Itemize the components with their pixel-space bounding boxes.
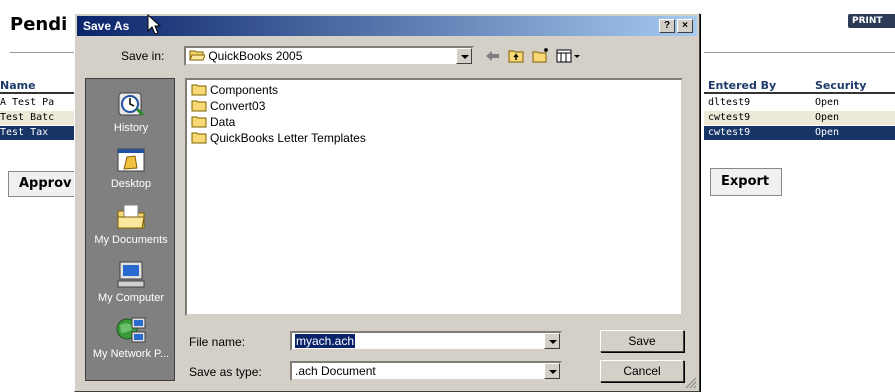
save-in-combo[interactable]: QuickBooks 2005 [184, 46, 474, 66]
resize-grip-icon[interactable] [685, 377, 697, 389]
cell-entered-by: cwtest9 [708, 112, 751, 123]
folder-item[interactable]: Components [191, 82, 278, 98]
place-label: My Network P... [92, 348, 170, 360]
back-arrow-icon[interactable] [483, 47, 503, 65]
places-bar: History Desktop My Documents My Computer… [85, 78, 175, 381]
table-row[interactable]: Test Batc [0, 111, 74, 125]
my-computer-icon [117, 261, 145, 288]
folder-icon [191, 84, 207, 96]
divider-left [10, 52, 74, 53]
view-menu-icon[interactable] [555, 47, 583, 65]
cancel-button[interactable]: Cancel [600, 360, 684, 382]
column-header-name[interactable]: Name [0, 79, 36, 92]
page-title: Pendi [10, 14, 68, 35]
place-label: History [113, 122, 149, 134]
column-header-security[interactable]: Security [815, 79, 866, 92]
cell-name: Test Batc [0, 112, 55, 123]
export-button[interactable]: Export [710, 168, 782, 196]
save-type-select[interactable]: .ach Document [290, 361, 562, 381]
save-type-value: .ach Document [295, 364, 376, 378]
file-name-value: myach.ach [295, 334, 356, 348]
chevron-down-icon[interactable] [456, 48, 472, 64]
print-button[interactable]: PRINT [848, 14, 895, 28]
chevron-down-icon[interactable] [544, 363, 560, 379]
cell-security: Open [815, 112, 840, 123]
header-underline-right [704, 92, 895, 94]
approve-button[interactable]: Approv [8, 171, 74, 197]
cell-name: Test Tax [0, 127, 49, 138]
dialog-title: Save As [83, 19, 130, 33]
cell-entered-by: cwtest9 [708, 127, 751, 138]
file-name-input[interactable]: myach.ach [290, 331, 562, 351]
folder-icon [191, 132, 207, 144]
table-row[interactable]: A Test Pa [0, 96, 74, 110]
column-header-entered-by[interactable]: Entered By [708, 79, 776, 92]
history-icon [118, 92, 145, 117]
folder-open-icon [189, 50, 206, 61]
close-button[interactable]: × [677, 19, 693, 33]
folder-item[interactable]: Data [191, 114, 235, 130]
save-as-dialog: Save As ? × Save in: QuickBooks 2005 His… [74, 13, 700, 392]
folder-item[interactable]: QuickBooks Letter Templates [191, 130, 366, 146]
folder-icon [191, 116, 207, 128]
new-folder-icon[interactable] [531, 47, 551, 65]
table-row[interactable]: cwtest9 Open [704, 126, 895, 140]
place-label: My Documents [94, 234, 168, 246]
dialog-titlebar[interactable]: Save As ? × [77, 14, 697, 36]
cell-security: Open [815, 97, 840, 108]
divider-right [704, 52, 895, 53]
help-button[interactable]: ? [659, 19, 675, 33]
place-label: My Computer [97, 292, 165, 304]
header-underline-left [0, 92, 74, 94]
cell-entered-by: dltest9 [708, 97, 751, 108]
chevron-down-icon[interactable] [544, 333, 560, 349]
desktop-icon [117, 148, 145, 172]
file-name-label: File name: [189, 335, 246, 349]
my-network-icon [116, 317, 146, 343]
folder-item[interactable]: Convert03 [191, 98, 265, 114]
save-type-label: Save as type: [189, 365, 262, 379]
save-button[interactable]: Save [600, 330, 684, 352]
save-in-label: Save in: [121, 49, 165, 63]
cell-name: A Test Pa [0, 97, 55, 108]
cell-security: Open [815, 127, 840, 138]
table-row[interactable]: cwtest9 Open [704, 111, 895, 125]
folder-icon [191, 100, 207, 112]
up-folder-icon[interactable] [507, 47, 527, 65]
my-documents-icon [117, 204, 145, 229]
table-row[interactable]: Test Tax [0, 126, 74, 140]
mouse-pointer-icon [147, 14, 162, 35]
table-row[interactable]: dltest9 Open [704, 96, 895, 110]
place-label: Desktop [110, 178, 152, 190]
save-in-value: QuickBooks 2005 [208, 49, 303, 63]
file-list[interactable]: Components Convert03 Data QuickBooks Let… [185, 78, 683, 316]
